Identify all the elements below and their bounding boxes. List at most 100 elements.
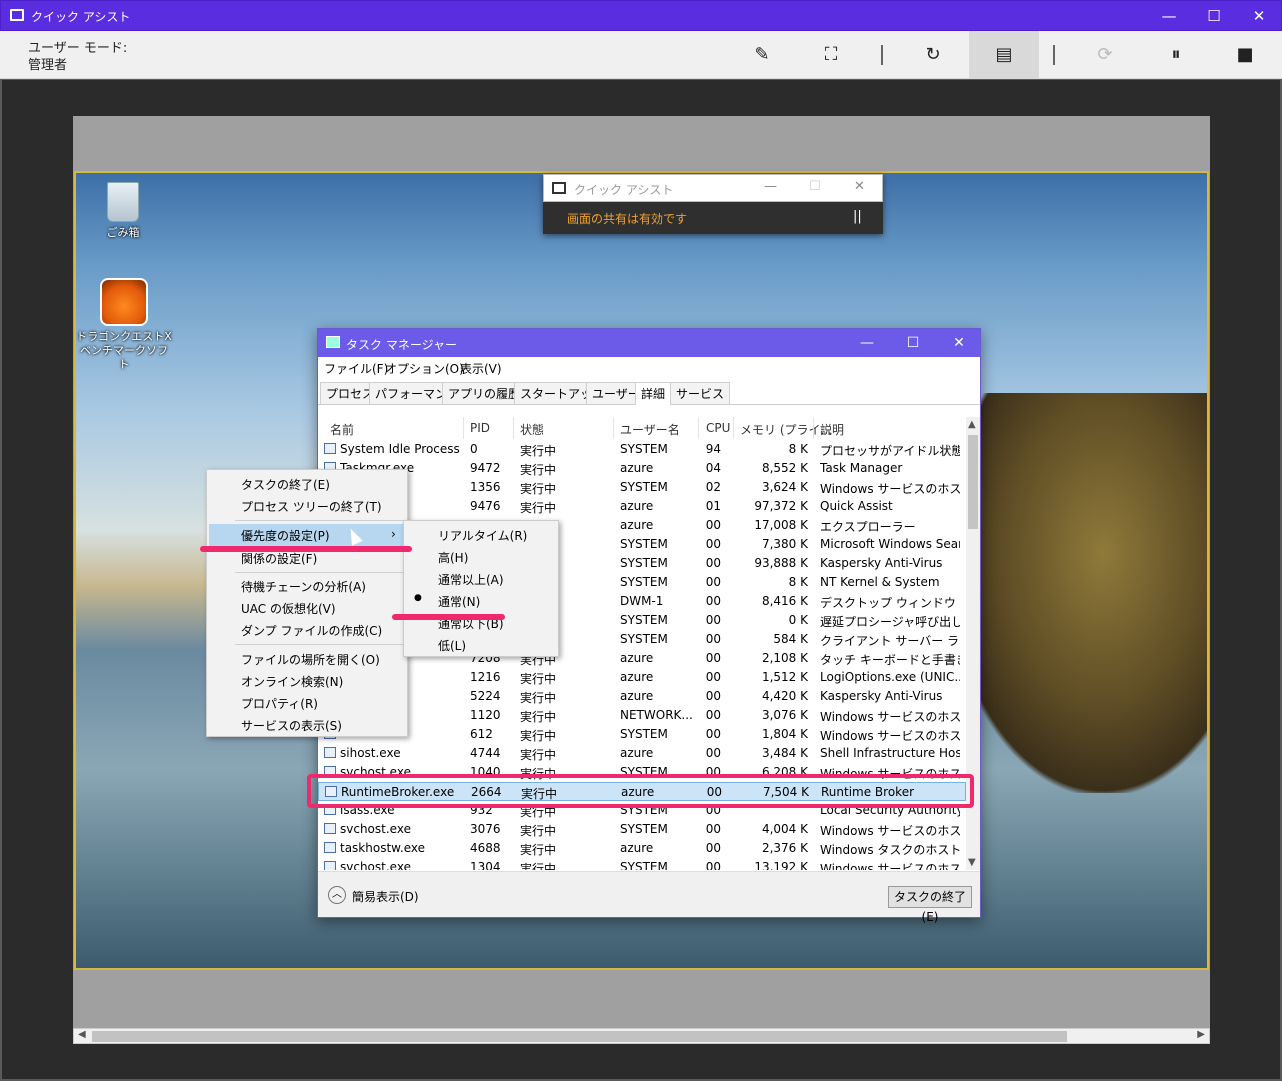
cell-pid: 1120 xyxy=(470,708,501,722)
minimize-button[interactable]: — xyxy=(1146,1,1192,31)
col-description[interactable]: 説明 xyxy=(820,421,844,438)
menu-separator xyxy=(235,644,405,645)
table-row[interactable]: System Idle Process 0 実行中 SYSTEM 94 8 K プロセッサが… xyxy=(318,440,966,459)
table-row[interactable]: 1120 実行中 NETWORK... 00 3,076 K Windows サービスのホ… xyxy=(318,706,966,725)
cell-cpu: 00 xyxy=(705,841,721,855)
menu-analyze-wait-chain[interactable]: 待機チェーンの分析(A) xyxy=(241,578,366,595)
priority-high[interactable]: 高(H) xyxy=(438,549,468,566)
table-row[interactable]: 1356 実行中 SYSTEM 02 3,624 K Windows サービスのホスト..… xyxy=(318,478,966,497)
mini-pause-button[interactable]: || xyxy=(853,209,862,224)
tm-minimize-button[interactable]: — xyxy=(844,329,890,357)
tab-details[interactable]: 詳細 xyxy=(635,382,672,405)
hscroll-thumb[interactable] xyxy=(92,1031,1067,1042)
table-row[interactable]: sihost.exe 4744 実行中 azure 00 3,484 K Shell Inf… xyxy=(318,744,966,763)
fit-screen-icon[interactable]: ⛶ xyxy=(814,39,848,71)
col-username[interactable]: ユーザー名 xyxy=(620,421,680,438)
end-task-button[interactable]: タスクの終了(E) xyxy=(888,886,972,924)
toolbar: ユーザー モード: 管理者 ✎ ⛶ ↻ ▤ ⟳ ⏸ ■ xyxy=(0,31,1282,79)
cell-description: Task Manager xyxy=(820,461,903,475)
cell-description: 遅延プロシージャ呼び出し... xyxy=(820,615,960,629)
cell-username: azure xyxy=(620,651,654,665)
scroll-right-icon[interactable]: ▶ xyxy=(1197,1029,1205,1040)
task-manager-titlebar: タスク マネージャー — ☐ ✕ xyxy=(318,329,980,357)
tm-menubar: ファイル(F) オプション(O) 表示(V) xyxy=(318,357,980,379)
close-button[interactable]: ✕ xyxy=(1236,1,1282,31)
stop-icon[interactable]: ■ xyxy=(1228,39,1262,71)
menu-properties[interactable]: プロパティ(R) xyxy=(241,695,318,712)
menu-separator xyxy=(235,520,405,521)
col-divider xyxy=(513,417,514,439)
tm-close-button[interactable]: ✕ xyxy=(936,329,982,357)
fewer-details-link[interactable]: 簡易表示(D) xyxy=(352,888,419,905)
tab-services[interactable]: サービス xyxy=(670,382,731,404)
benchmark-shortcut-icon[interactable]: ドラゴンクエストX ベンチマークソフト xyxy=(76,278,172,372)
cell-cpu: 00 xyxy=(705,822,721,836)
menu-open-file-location[interactable]: ファイルの場所を開く(O) xyxy=(241,651,380,668)
priority-low[interactable]: 低(L) xyxy=(438,637,466,654)
col-pid[interactable]: PID xyxy=(470,421,490,435)
maximize-button[interactable]: ☐ xyxy=(1191,1,1237,31)
scroll-left-icon[interactable]: ◀ xyxy=(78,1029,86,1040)
menu-uac-virtualization[interactable]: UAC の仮想化(V) xyxy=(241,600,336,617)
cell-pid: 0 xyxy=(470,442,478,456)
col-name[interactable]: 名前 xyxy=(330,421,354,438)
menu-create-dump[interactable]: ダンプ ファイルの作成(C) xyxy=(241,622,382,639)
horizontal-scrollbar[interactable]: ◀ ▶ xyxy=(73,1028,1210,1044)
cell-status: 実行中 xyxy=(520,843,557,857)
menu-set-priority[interactable]: 優先度の設定(P) xyxy=(241,527,330,544)
cell-pid: 1304 xyxy=(470,860,501,870)
menu-end-task[interactable]: タスクの終了(E) xyxy=(241,476,330,493)
cell-description: Windows サービスのホスト... xyxy=(820,862,960,870)
cell-description: Kaspersky Anti-Virus xyxy=(820,689,943,703)
cell-cpu: 94 xyxy=(705,442,721,456)
table-row[interactable]: exe9476実行中azure0197,372 KQuick Assist xyxy=(318,497,966,516)
scroll-thumb[interactable] xyxy=(968,435,978,529)
table-row[interactable]: svchost.exe 3076 実行中 SYSTEM 00 4,004 K Windows… xyxy=(318,820,966,839)
cell-description: Windows サービスのホスト... xyxy=(820,729,960,743)
recycle-bin-icon[interactable]: ごみ箱 xyxy=(78,182,168,240)
cell-memory: 2,376 K xyxy=(761,841,808,855)
cell-username: SYSTEM xyxy=(620,556,668,570)
pause-icon[interactable]: ⏸ xyxy=(1159,39,1193,71)
priority-above-normal[interactable]: 通常以上(A) xyxy=(438,571,504,588)
cell-status: 実行中 xyxy=(520,691,557,705)
menu-end-process-tree[interactable]: プロセス ツリーの終了(T) xyxy=(241,498,382,515)
cell-memory: 17,008 K xyxy=(754,518,808,532)
cell-status: 実行中 xyxy=(520,482,557,496)
cell-description: Windows サービスのホスト... xyxy=(820,710,960,724)
tm-maximize-button[interactable]: ☐ xyxy=(890,329,936,357)
tm-tabs: プロセス パフォーマンス アプリの履歴 スタートアップ ユーザー 詳細 サービス xyxy=(318,379,980,405)
chevron-up-icon[interactable]: ︿ xyxy=(328,886,346,904)
menu-search-online[interactable]: オンライン検索(N) xyxy=(241,673,343,690)
menu-set-affinity[interactable]: 関係の設定(F) xyxy=(241,550,317,567)
priority-realtime[interactable]: リアルタイム(R) xyxy=(438,527,527,544)
scroll-down-icon[interactable]: ▼ xyxy=(968,857,976,868)
toolbar-divider xyxy=(1053,45,1055,65)
menu-view[interactable]: 表示(V) xyxy=(460,360,502,377)
table-row[interactable]: svchost.exe 1304 実行中 SYSTEM 00 13,192 K Window… xyxy=(318,858,966,870)
cell-description: プロセッサがアイドル状態に... xyxy=(820,444,960,458)
menu-file[interactable]: ファイル(F) xyxy=(324,360,388,377)
cell-cpu: 00 xyxy=(705,860,721,870)
scroll-up-icon[interactable]: ▲ xyxy=(968,419,976,430)
restart-icon[interactable]: ↻ xyxy=(916,39,950,71)
annotation-underline-priority xyxy=(200,546,412,552)
annotate-icon[interactable]: ✎ xyxy=(745,39,779,71)
cell-status: 実行中 xyxy=(520,672,557,686)
mini-minimize-button[interactable]: — xyxy=(764,179,777,194)
priority-normal[interactable]: 通常(N) xyxy=(438,593,480,610)
table-row[interactable]: 5224 実行中 azure 00 4,420 K Kaspersky Anti-Viru… xyxy=(318,687,966,706)
task-manager-icon[interactable]: ▤ xyxy=(987,39,1021,71)
col-status[interactable]: 状態 xyxy=(520,421,544,438)
table-row[interactable]: Taskmgr.exe 9472 実行中 azure 04 8,552 K Task Man… xyxy=(318,459,966,478)
cell-username: SYSTEM xyxy=(620,613,668,627)
table-row[interactable]: exe1216実行中azure001,512 KLogiOptions.exe … xyxy=(318,668,966,687)
mini-close-button[interactable]: ✕ xyxy=(854,179,865,194)
menu-go-to-services[interactable]: サービスの表示(S) xyxy=(241,717,342,734)
table-row[interactable]: taskhostw.exe 4688 実行中 azure 00 2,376 K Window… xyxy=(318,839,966,858)
annotation-box-selected-row xyxy=(307,774,974,808)
table-row[interactable]: 612 実行中 SYSTEM 00 1,804 K Windows サービスのホスト... xyxy=(318,725,966,744)
col-memory[interactable]: メモリ (プライ... xyxy=(740,421,832,438)
menu-options[interactable]: オプション(O) xyxy=(385,360,464,377)
col-cpu[interactable]: CPU xyxy=(706,421,730,435)
